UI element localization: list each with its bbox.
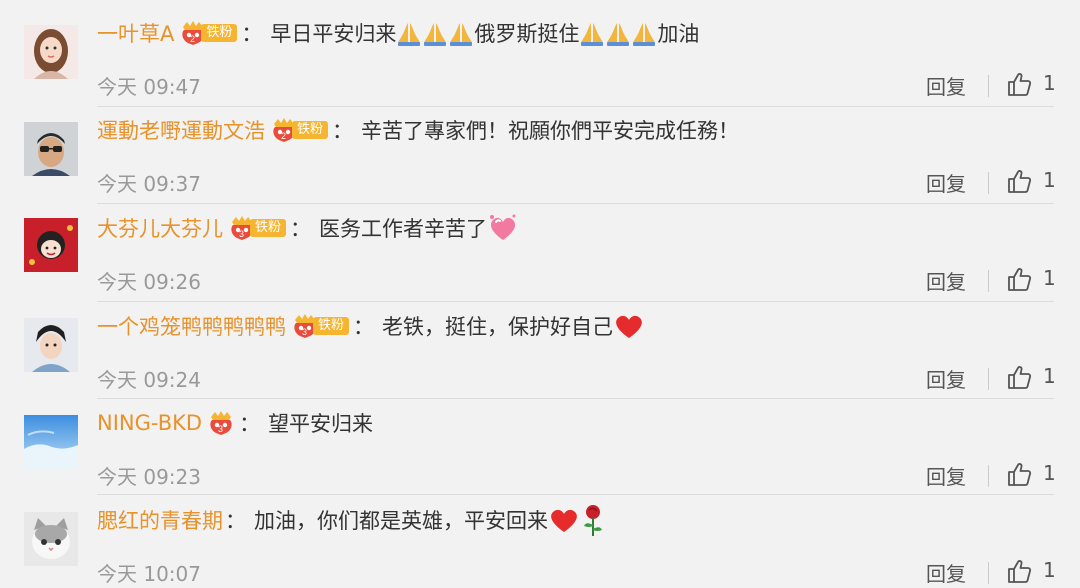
svg-text:2: 2 xyxy=(281,131,286,141)
fan-badge[interactable]: 3 铁粉 xyxy=(228,215,287,241)
fan-badge[interactable]: 3 铁粉 xyxy=(291,313,350,339)
comment-time: 今天 09:23 xyxy=(97,465,201,489)
like-icon[interactable] xyxy=(1006,461,1032,487)
divider xyxy=(988,172,989,194)
separator xyxy=(97,494,1054,495)
svg-text:3: 3 xyxy=(302,327,307,337)
like-count: 1 xyxy=(1043,364,1056,388)
separator xyxy=(97,301,1054,302)
pray-emoji xyxy=(396,20,422,46)
heart-emoji xyxy=(487,213,519,243)
like-icon[interactable] xyxy=(1006,266,1032,292)
avatar[interactable] xyxy=(24,415,78,469)
comment-text: 辛苦了專家們！祝願你們平安完成任務！ xyxy=(361,119,740,143)
crown-icon: 3 xyxy=(210,411,232,435)
fan-badge[interactable]: 2 铁粉 xyxy=(179,20,238,46)
divider xyxy=(988,465,989,487)
fan-badge-label: 铁粉 xyxy=(292,121,329,139)
heart-emoji xyxy=(548,506,580,534)
separator xyxy=(97,398,1054,399)
comment-time: 今天 09:24 xyxy=(97,368,201,392)
avatar[interactable] xyxy=(24,318,78,372)
comment-text: 望平安归来 xyxy=(268,412,374,436)
comment-time: 今天 10:07 xyxy=(97,562,201,586)
fan-badge-label: 铁粉 xyxy=(250,219,287,237)
colon: ： xyxy=(241,22,263,46)
like-icon[interactable] xyxy=(1006,168,1032,194)
reply-button[interactable]: 回复 xyxy=(926,168,966,197)
username[interactable]: 運動老嘢運動文浩 xyxy=(97,115,265,145)
divider xyxy=(988,75,989,97)
separator xyxy=(97,106,1054,107)
pray-emoji xyxy=(422,20,448,46)
colon: ： xyxy=(239,412,261,436)
avatar[interactable] xyxy=(24,25,78,79)
colon: ： xyxy=(332,119,354,143)
reply-button[interactable]: 回复 xyxy=(926,266,966,295)
comment-text: 老铁，挺住，保护好自己 xyxy=(382,311,645,341)
pray-emoji xyxy=(605,20,631,46)
fan-badge[interactable]: 2 铁粉 xyxy=(270,117,329,143)
svg-text:3: 3 xyxy=(218,424,223,434)
comment-time: 今天 09:37 xyxy=(97,172,201,196)
username[interactable]: 一叶草A xyxy=(97,18,174,48)
comment-text: 医务工作者辛苦了 xyxy=(319,213,519,243)
heart-emoji xyxy=(613,312,645,340)
username[interactable]: NING-BKD xyxy=(97,411,202,435)
like-count: 1 xyxy=(1043,71,1056,95)
avatar[interactable] xyxy=(24,122,78,176)
avatar[interactable] xyxy=(24,218,78,272)
reply-button[interactable]: 回复 xyxy=(926,461,966,490)
pray-emoji xyxy=(579,20,605,46)
colon: ： xyxy=(225,509,246,533)
fan-badge[interactable]: 3 xyxy=(207,410,235,436)
username[interactable]: 大芬儿大芬儿 xyxy=(97,213,223,243)
svg-text:3: 3 xyxy=(239,229,244,239)
divider xyxy=(988,368,989,390)
comment-text: 加油，你们都是英雄，平安回来 xyxy=(254,503,606,537)
like-icon[interactable] xyxy=(1006,71,1032,97)
avatar[interactable] xyxy=(24,512,78,566)
divider xyxy=(988,270,989,292)
svg-text:2: 2 xyxy=(190,34,195,44)
username[interactable]: 一个鸡笼鸭鸭鸭鸭鸭 xyxy=(97,311,286,341)
comment-time: 今天 09:26 xyxy=(97,270,201,294)
like-count: 1 xyxy=(1043,461,1056,485)
comment-text: 早日平安归来 俄罗斯挺住 加油 xyxy=(270,20,700,46)
like-icon[interactable] xyxy=(1006,364,1032,390)
like-count: 1 xyxy=(1043,168,1056,192)
divider xyxy=(988,562,989,584)
comment-time: 今天 09:47 xyxy=(97,75,201,99)
pray-emoji xyxy=(631,20,657,46)
rose-emoji xyxy=(580,503,606,537)
reply-button[interactable]: 回复 xyxy=(926,364,966,393)
username[interactable]: 腮红的青春期 xyxy=(97,505,223,535)
pray-emoji xyxy=(448,20,474,46)
like-count: 1 xyxy=(1043,266,1056,290)
colon: ： xyxy=(353,315,375,339)
colon: ： xyxy=(290,217,312,241)
fan-badge-label: 铁粉 xyxy=(313,317,350,335)
separator xyxy=(97,203,1054,204)
like-count: 1 xyxy=(1043,558,1056,582)
fan-badge-label: 铁粉 xyxy=(201,24,238,42)
like-icon[interactable] xyxy=(1006,558,1032,584)
reply-button[interactable]: 回复 xyxy=(926,71,966,100)
reply-button[interactable]: 回复 xyxy=(926,558,966,587)
